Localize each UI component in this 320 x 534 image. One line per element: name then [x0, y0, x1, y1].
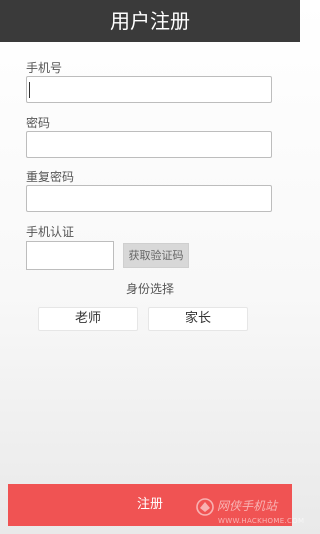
verification-code-input[interactable] [26, 241, 114, 270]
phone-verify-label: 手机认证 [26, 225, 75, 239]
watermark-name: 网侠手机站 [217, 499, 278, 513]
confirm-password-label: 重复密码 [26, 170, 75, 184]
watermark-logo-icon [196, 498, 214, 516]
role-heading: 身份选择 [125, 282, 174, 296]
title-bar: 用户注册 [0, 0, 300, 42]
phone-label: 手机号 [26, 61, 63, 75]
page-title: 用户注册 [110, 9, 190, 33]
watermark: 网侠手机站 WWW.HACKHOME.COM [196, 496, 304, 530]
password-input[interactable] [26, 131, 272, 158]
confirm-password-input[interactable] [26, 185, 272, 212]
role-teacher-button[interactable]: 老师 [38, 307, 138, 331]
password-label: 密码 [26, 116, 51, 130]
watermark-url: WWW.HACKHOME.COM [218, 517, 305, 525]
role-parent-button[interactable]: 家长 [148, 307, 248, 331]
get-code-button[interactable]: 获取验证码 [123, 243, 189, 268]
text-cursor [29, 82, 30, 98]
phone-input[interactable] [26, 76, 272, 103]
